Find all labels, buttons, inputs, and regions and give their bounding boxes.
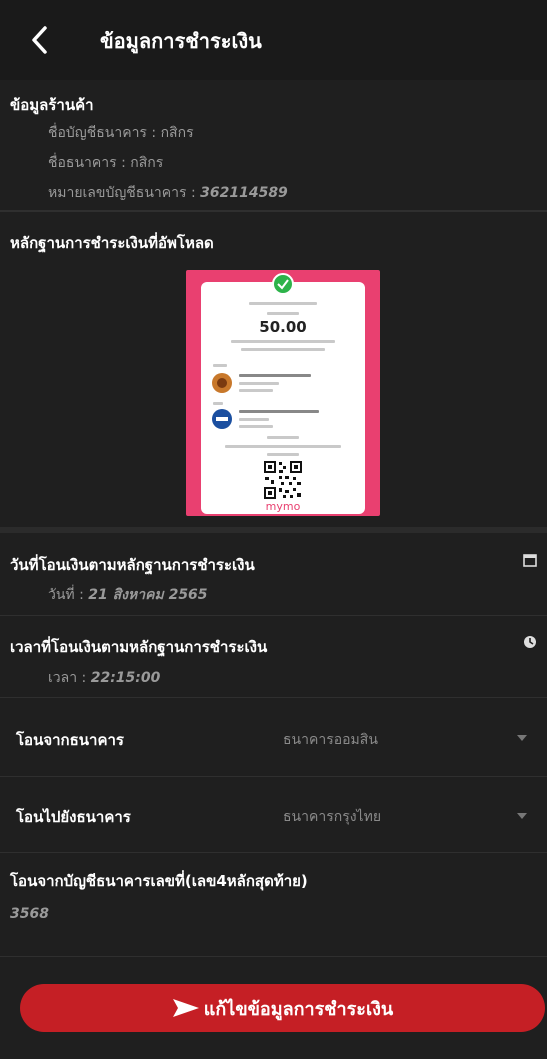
chevron-down-icon [517, 813, 527, 819]
slip-line [213, 364, 227, 367]
transfer-date-prefix: วันที่ : [48, 587, 89, 603]
account-number-text: หมายเลขบัญชีธนาคาร : 362114589 [48, 182, 288, 204]
divider [0, 956, 547, 957]
shop-info-section: ข้อมูลร้านค้า ชื่อบัญชีธนาคาร : กสิกร ชื… [0, 80, 547, 210]
transfer-time-field[interactable]: เวลาที่โอนเงินตามหลักฐานการชำระเงิน เวลา… [0, 616, 547, 697]
from-bank-select[interactable]: โอนจากธนาคาร ธนาคารออมสิน [0, 698, 547, 778]
slip-line [239, 425, 273, 428]
account-last4-label: โอนจากบัญชีธนาคารเลขที่(เลข4หลักสุดท้าย) [10, 872, 308, 890]
clock-icon[interactable] [523, 635, 537, 649]
from-bank-value: ธนาคารออมสิน [283, 732, 378, 748]
payment-slip-image[interactable]: 50.00 mymo [186, 270, 380, 516]
slip-line [239, 389, 273, 392]
check-circle-icon [272, 273, 294, 295]
account-last4-field[interactable]: โอนจากบัญชีธนาคารเลขที่(เลข4หลักสุดท้าย)… [0, 853, 547, 956]
transfer-date-label: วันที่โอนเงินตามหลักฐานการชำระเงิน [10, 556, 255, 574]
transfer-date-value: 21 สิงหาคม 2565 [88, 587, 208, 603]
slip-line [239, 410, 319, 413]
sender-bank-logo-icon [212, 373, 232, 393]
calendar-icon[interactable] [523, 553, 537, 567]
slip-line [241, 348, 325, 351]
slip-line [249, 302, 317, 305]
chevron-down-icon [517, 735, 527, 741]
slip-line [225, 445, 341, 448]
account-number-value: 362114589 [200, 185, 288, 201]
edit-payment-button[interactable]: แก้ไขข้อมูลการชำระเงิน [20, 984, 545, 1032]
account-last4-value[interactable]: 3568 [10, 906, 49, 922]
transfer-time-value: 22:15:00 [90, 670, 161, 686]
transfer-time-text: เวลา : 22:15:00 [48, 667, 160, 689]
edit-payment-label: แก้ไขข้อมูลการชำระเงิน [203, 998, 394, 1020]
receiver-bank-logo-icon [212, 409, 232, 429]
transfer-date-field[interactable]: วันที่โอนเงินตามหลักฐานการชำระเงิน วันที… [0, 533, 547, 615]
qr-code-icon [263, 460, 303, 500]
transfer-date-text: วันที่ : 21 สิงหาคม 2565 [48, 584, 208, 606]
slip-line [267, 436, 299, 439]
bank-name-text: ชื่อธนาคาร : กสิกร [48, 155, 164, 171]
slip-line [213, 402, 223, 405]
to-bank-label: โอนไปยังธนาคาร [16, 808, 131, 826]
slip-line [239, 374, 311, 377]
slip-footer-logo: mymo [265, 500, 301, 513]
from-bank-label: โอนจากธนาคาร [16, 731, 124, 749]
transfer-time-prefix: เวลา : [48, 670, 91, 686]
account-number-label: หมายเลขบัญชีธนาคาร : [48, 185, 201, 201]
slip-line [231, 340, 335, 343]
slip-line [267, 312, 299, 315]
chevron-left-icon [32, 26, 47, 54]
account-name-text: ชื่อบัญชีธนาคาร : กสิกร [48, 125, 194, 141]
slip-paper: 50.00 mymo [201, 273, 365, 514]
to-bank-value: ธนาคารกรุงไทย [283, 809, 382, 825]
proof-heading: หลักฐานการชำระเงินที่อัพโหลด [10, 234, 214, 252]
send-icon [172, 999, 199, 1017]
slip-line [267, 453, 299, 456]
app-header: ข้อมูลการชำระเงิน [0, 0, 547, 80]
slip-line [239, 382, 279, 385]
slip-line [239, 418, 269, 421]
shop-info-heading: ข้อมูลร้านค้า [10, 96, 94, 114]
slip-amount: 50.00 [259, 318, 307, 336]
page-title: ข้อมูลการชำระเงิน [100, 29, 262, 53]
to-bank-select[interactable]: โอนไปยังธนาคาร ธนาคารกรุงไทย [0, 777, 547, 857]
back-button[interactable] [22, 22, 58, 58]
transfer-time-label: เวลาที่โอนเงินตามหลักฐานการชำระเงิน [10, 638, 268, 656]
